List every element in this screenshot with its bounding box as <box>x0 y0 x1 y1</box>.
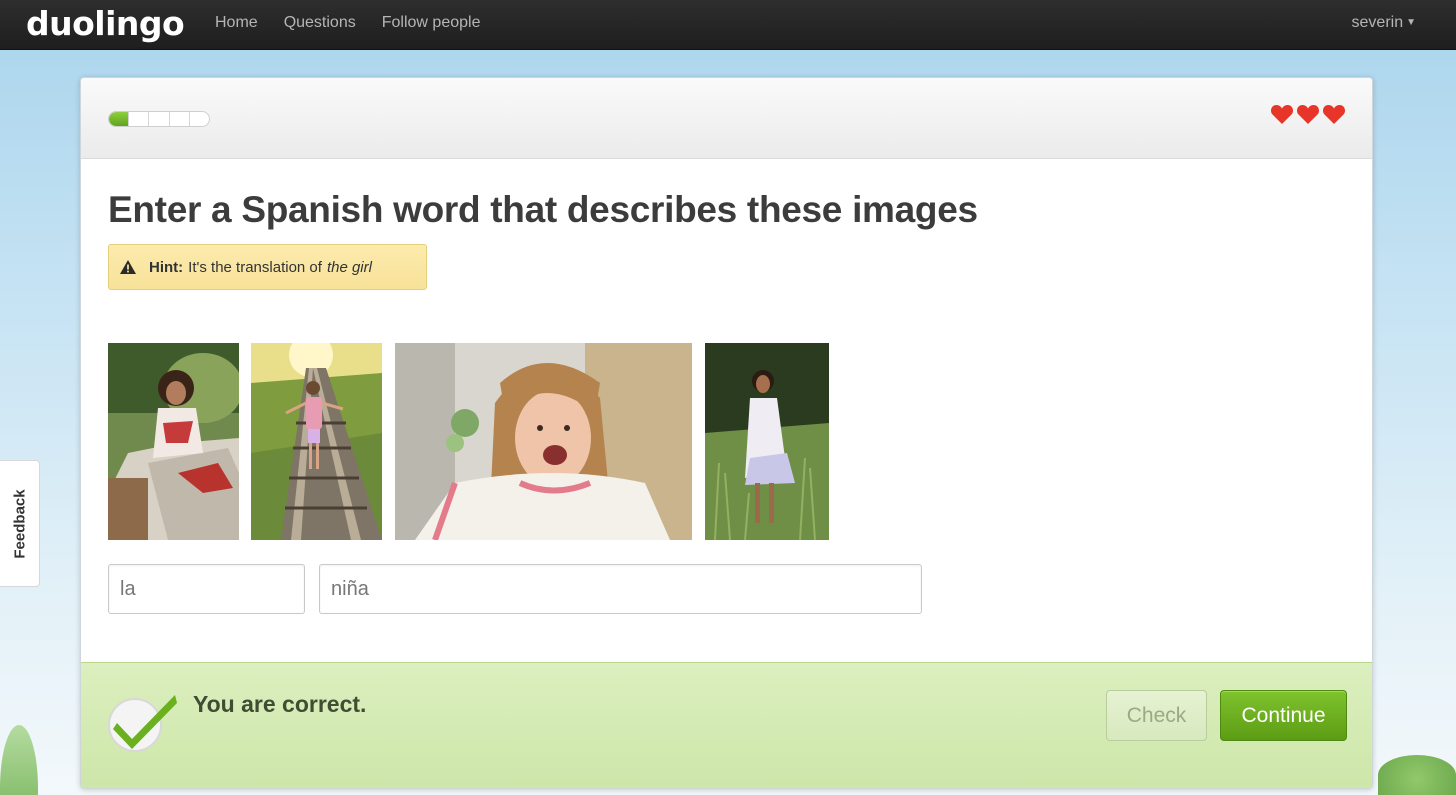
main-nav: Home Questions Follow people <box>215 14 480 32</box>
lesson-progress-bar <box>108 111 210 127</box>
nav-link-home[interactable]: Home <box>215 14 258 32</box>
check-button[interactable]: Check <box>1106 690 1207 741</box>
feedback-label: Feedback <box>11 488 28 559</box>
top-nav-bar: duolingo Home Questions Follow people se… <box>0 0 1456 50</box>
image-girl-in-grass[interactable] <box>705 343 829 540</box>
caret-down-icon: ▼ <box>1406 17 1416 28</box>
prompt-title-bold: Enter a Spanish word <box>108 189 481 230</box>
image-girl-on-horse[interactable] <box>108 343 239 540</box>
tree-decoration <box>0 725 38 795</box>
progress-segment <box>109 112 130 126</box>
user-menu[interactable]: severin ▼ <box>1352 14 1416 32</box>
heart-icon <box>1296 105 1320 124</box>
progress-segment <box>149 112 170 126</box>
hint-label: Hint: <box>149 258 184 276</box>
result-footer: You are correct. Check Continue <box>81 662 1372 788</box>
answer-article-input[interactable] <box>108 564 305 614</box>
hint-box: Hint: It's the translation of the girl <box>108 244 427 290</box>
image-girl-on-tracks[interactable] <box>251 343 382 540</box>
lesson-header <box>81 78 1372 159</box>
hint-text: It's the translation of <box>188 258 322 276</box>
nav-link-follow-people[interactable]: Follow people <box>382 14 481 32</box>
lesson-card: Enter a Spanish word that describes thes… <box>80 77 1373 789</box>
progress-segment <box>129 112 150 126</box>
heart-icon <box>1322 105 1346 124</box>
hint-term: the girl <box>326 258 372 276</box>
prompt-title: Enter a Spanish word that describes thes… <box>108 189 978 231</box>
warning-icon <box>120 260 136 274</box>
nav-link-questions[interactable]: Questions <box>284 14 356 32</box>
answer-word-input[interactable] <box>319 564 922 614</box>
progress-segment <box>190 112 209 126</box>
result-status-text: You are correct. <box>193 691 367 717</box>
feedback-tab[interactable]: Feedback <box>0 460 40 587</box>
image-girl-surprised[interactable] <box>395 343 692 540</box>
user-name: severin <box>1351 14 1404 31</box>
progress-segment <box>170 112 190 126</box>
bush-decoration <box>1378 755 1456 795</box>
duolingo-logo[interactable]: duolingo <box>26 4 185 43</box>
hearts-lives <box>1270 102 1346 126</box>
heart-icon <box>1270 105 1294 124</box>
checkmark-icon <box>108 695 177 752</box>
prompt-title-rest: that describes these images <box>490 189 978 230</box>
continue-button[interactable]: Continue <box>1220 690 1347 741</box>
